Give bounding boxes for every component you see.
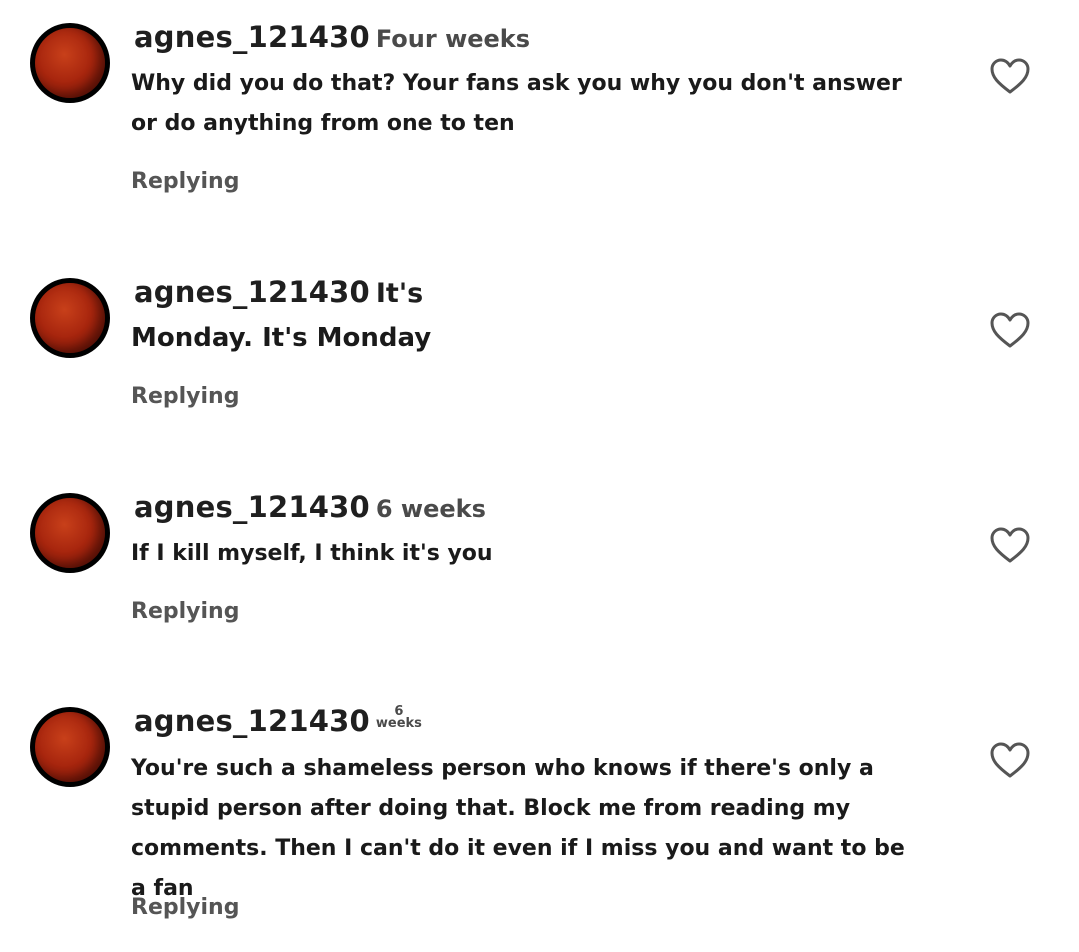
blood-moon-image bbox=[35, 283, 105, 353]
comment-text: You're such a shameless person who knows… bbox=[131, 756, 905, 901]
comment-timestamp: Four weeks bbox=[375, 25, 531, 53]
blood-moon-image bbox=[35, 28, 105, 98]
user-avatar[interactable] bbox=[30, 707, 110, 787]
comment-text: If I kill myself, I think it's you bbox=[131, 541, 493, 566]
heart-outline-icon bbox=[990, 742, 1030, 778]
reply-button[interactable]: Replying bbox=[131, 384, 239, 409]
like-button[interactable] bbox=[988, 740, 1032, 780]
username[interactable]: agnes_121430 bbox=[134, 20, 370, 54]
heart-outline-icon bbox=[990, 312, 1030, 348]
username[interactable]: agnes_121430 bbox=[134, 490, 370, 524]
comment-header: agnes_121430 Four weeks bbox=[134, 20, 530, 54]
heart-outline-icon bbox=[990, 58, 1030, 94]
comment-header: agnes_121430 6 weeks bbox=[134, 490, 486, 524]
user-avatar[interactable] bbox=[30, 23, 110, 103]
comment-timestamp: 6 weeks bbox=[375, 495, 486, 523]
like-button[interactable] bbox=[988, 310, 1032, 350]
reply-button[interactable]: Replying bbox=[131, 895, 239, 920]
blood-moon-image bbox=[35, 498, 105, 568]
reply-button[interactable]: Replying bbox=[131, 169, 239, 194]
comment-header: agnes_121430 6 weeks bbox=[134, 704, 422, 738]
username[interactable]: agnes_121430 bbox=[134, 275, 370, 309]
comment-timestamp: It's bbox=[375, 278, 424, 309]
comment-text: Why did you do that? Your fans ask you w… bbox=[131, 71, 902, 136]
comment-header: agnes_121430 It's bbox=[134, 275, 423, 309]
comment-text: Monday. It's Monday bbox=[131, 323, 432, 353]
comment-timestamp: 6 weeks bbox=[375, 705, 422, 731]
timestamp-unit: weeks bbox=[375, 716, 422, 731]
reply-button[interactable]: Replying bbox=[131, 599, 239, 624]
user-avatar[interactable] bbox=[30, 278, 110, 358]
user-avatar[interactable] bbox=[30, 493, 110, 573]
heart-outline-icon bbox=[990, 527, 1030, 563]
username[interactable]: agnes_121430 bbox=[134, 704, 370, 738]
like-button[interactable] bbox=[988, 56, 1032, 96]
blood-moon-image bbox=[35, 712, 105, 782]
like-button[interactable] bbox=[988, 525, 1032, 565]
